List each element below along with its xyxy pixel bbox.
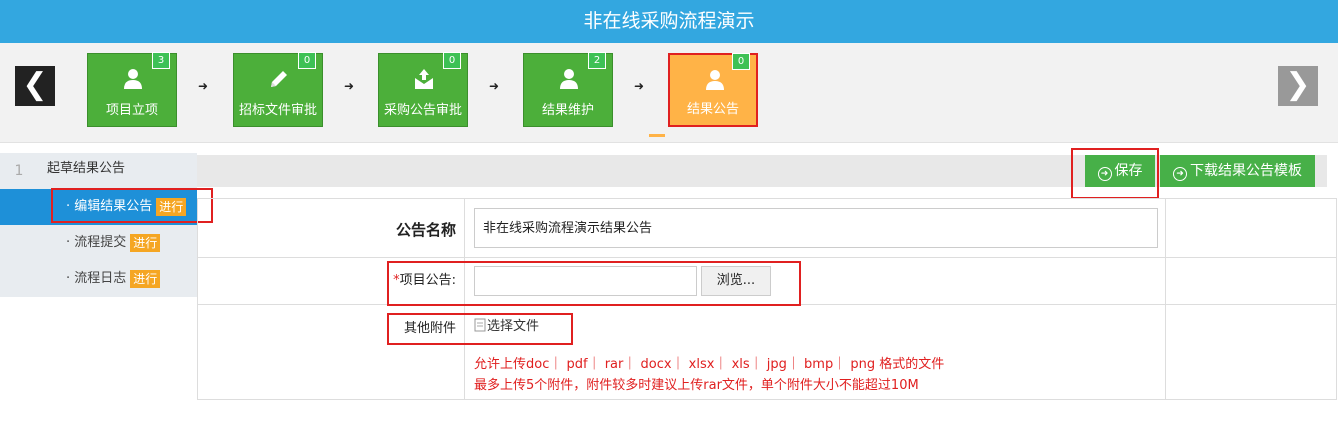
sidebar-stripe: [0, 261, 38, 297]
upload-limit-hint: 最多上传5个附件，附件较多时建议上传rar文件，单个附件大小不能超过10M: [474, 378, 919, 393]
notice-name-field[interactable]: 非在线采购流程演示结果公告: [474, 208, 1158, 248]
circle-arrow-icon: ➜: [1173, 167, 1187, 181]
pencil-icon: [271, 71, 287, 87]
column-divider: [1165, 199, 1166, 399]
sidebar-selected-stripe: [0, 189, 38, 225]
workflow-steps-bar: ❮ 3 项目立项 ➜ 0 招标文件审批 ➜ 0 采购公告审批 ➜ 2 结果维护 …: [0, 43, 1338, 143]
user-icon: [124, 69, 142, 89]
download-button-label: 下载结果公告模板: [1190, 163, 1302, 179]
step-count-badge: 3: [152, 52, 170, 69]
step-project-setup[interactable]: 3 项目立项: [87, 52, 177, 127]
status-badge: 进行: [130, 269, 161, 288]
sidebar-item-label: · 流程日志: [66, 271, 127, 286]
step-label: 招标文件审批: [238, 103, 317, 118]
sidebar-item-label: · 流程提交: [66, 235, 127, 250]
sidebar-section-header: 1 起草结果公告: [0, 153, 197, 189]
sidebar-item-process-submit[interactable]: · 流程提交 进行: [38, 225, 197, 261]
step-label: 采购公告审批: [383, 103, 462, 118]
step-arrow-icon: ➜: [634, 79, 645, 93]
step-count-badge: 0: [443, 52, 461, 69]
step-arrow-icon: ➜: [198, 79, 209, 93]
allowed-formats-hint: 允许上传doc｜ pdf｜ rar｜ docx｜ xlsx｜ xls｜ jpg｜…: [474, 357, 945, 372]
highlight-box: [1071, 148, 1159, 199]
step-count-badge: 0: [732, 53, 750, 70]
sidebar-section-title: 起草结果公告: [38, 153, 197, 189]
highlight-box: [387, 313, 573, 345]
mail-upload-icon: [415, 69, 433, 89]
sidebar-stripe: [0, 225, 38, 261]
step-label: 项目立项: [105, 103, 158, 118]
highlight-box: [51, 188, 213, 223]
user-icon: [706, 70, 724, 90]
step-label: 结果维护: [541, 103, 594, 118]
sidebar-item-process-log[interactable]: · 流程日志 进行: [38, 261, 197, 297]
step-tender-doc-approval[interactable]: 0 招标文件审批: [233, 52, 323, 127]
step-result-announcement[interactable]: 0 结果公告: [668, 53, 758, 127]
user-icon: [560, 69, 578, 89]
notice-name-label: 公告名称: [395, 221, 456, 239]
row-divider: [198, 257, 1336, 258]
step-procurement-notice-approval[interactable]: 0 采购公告审批: [378, 52, 468, 127]
download-template-button[interactable]: ➜ 下载结果公告模板: [1160, 155, 1315, 187]
active-step-indicator: [649, 134, 665, 137]
sidebar-step-number: 1: [0, 153, 38, 189]
step-result-maintenance[interactable]: 2 结果维护: [523, 52, 613, 127]
highlight-box: [387, 261, 801, 306]
step-count-badge: 2: [588, 52, 606, 69]
sidebar: 1 起草结果公告 · 编辑结果公告 进行 · 流程提交 进行 · 流程日志 进行: [0, 153, 197, 297]
step-label: 结果公告: [686, 102, 739, 117]
step-arrow-icon: ➜: [489, 79, 500, 93]
status-badge: 进行: [130, 233, 161, 252]
step-arrow-icon: ➜: [344, 79, 355, 93]
prev-arrow-button[interactable]: ❮: [15, 66, 55, 106]
step-count-badge: 0: [298, 52, 316, 69]
next-arrow-button[interactable]: ❯: [1278, 66, 1318, 106]
page-title: 非在线采购流程演示: [0, 0, 1338, 43]
